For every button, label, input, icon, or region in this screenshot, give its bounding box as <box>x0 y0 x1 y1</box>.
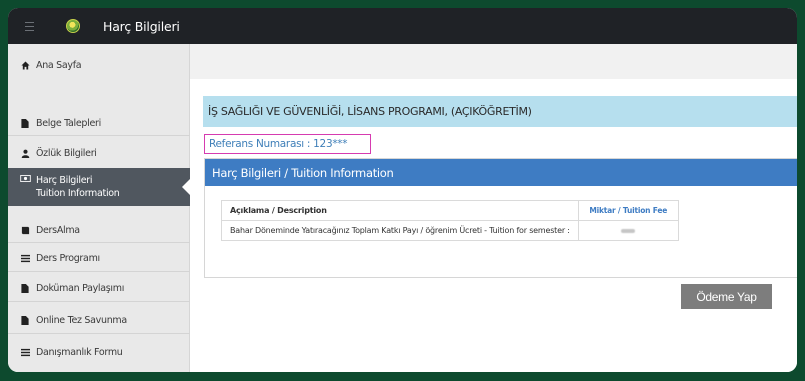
sidebar-item-belge-talepleri[interactable]: Belge Talepleri <box>8 114 190 132</box>
document-icon <box>19 283 31 293</box>
column-header-description: Açıklama / Description <box>221 200 579 221</box>
table-row: Bahar Döneminde Yatıracağınız Toplam Kat… <box>221 220 679 241</box>
sidebar-item-label: Doküman Paylaşımı <box>36 282 125 294</box>
home-icon <box>19 60 31 70</box>
top-navbar: Harç Bilgileri <box>8 8 797 44</box>
sidebar-divider <box>8 301 190 302</box>
app-window: Harç Bilgileri Ana Sayfa Belge Talepleri… <box>8 8 797 372</box>
sidebar-item-label: Harç Bilgileri <box>36 175 93 186</box>
sidebar-divider <box>8 242 190 243</box>
list-icon <box>19 254 31 263</box>
panel-title: Harç Bilgileri / Tuition Information <box>205 159 797 186</box>
sidebar: Ana Sayfa Belge Talepleri Özlük Bilgiler… <box>8 44 191 372</box>
table-header-row: Açıklama / Description Miktar / Tuition … <box>221 200 679 221</box>
pay-button[interactable]: Ödeme Yap <box>681 284 772 309</box>
sidebar-item-ozluk-bilgileri[interactable]: Özlük Bilgileri <box>8 144 190 162</box>
sidebar-item-dersalma[interactable]: DersAlma <box>8 221 190 239</box>
page-title: Harç Bilgileri <box>103 18 180 34</box>
sidebar-item-harc-bilgileri[interactable]: Harç Bilgileri Tuition Information <box>8 168 191 206</box>
sidebar-item-label: Belge Talepleri <box>36 117 101 129</box>
sidebar-item-dokuman-paylasimi[interactable]: Doküman Paylaşımı <box>8 279 190 297</box>
document-icon <box>19 315 31 325</box>
sidebar-item-ana-sayfa[interactable]: Ana Sayfa <box>8 56 190 74</box>
sidebar-item-ders-programi[interactable]: Ders Programı <box>8 249 190 267</box>
sidebar-item-danismanlik-formu[interactable]: Danışmanlık Formu <box>8 343 190 361</box>
tuition-table: Açıklama / Description Miktar / Tuition … <box>221 200 679 241</box>
sidebar-divider <box>8 135 190 136</box>
reference-number: Referans Numarası : 123*** <box>204 134 371 154</box>
column-header-fee: Miktar / Tuition Fee <box>577 200 679 221</box>
menu-toggle-icon[interactable] <box>14 8 44 44</box>
money-icon <box>19 175 31 182</box>
sidebar-item-label: Özlük Bilgileri <box>36 147 97 159</box>
fee-description: Bahar Döneminde Yatıracağınız Toplam Kat… <box>221 220 579 241</box>
fee-amount <box>577 220 679 241</box>
tuition-panel: Harç Bilgileri / Tuition Information Açı… <box>204 158 797 278</box>
user-icon <box>19 149 31 158</box>
sidebar-divider <box>8 333 190 334</box>
sidebar-item-label: Ders Programı <box>36 252 100 264</box>
sidebar-item-label: Ana Sayfa <box>36 59 82 71</box>
book-icon <box>19 226 31 235</box>
redacted-amount <box>621 228 636 233</box>
document-icon <box>19 118 31 128</box>
program-title: İŞ SAĞLIĞI VE GÜVENLİĞİ, LİSANS PROGRAMI… <box>203 96 797 127</box>
sidebar-divider <box>8 271 190 272</box>
list-icon <box>19 348 31 357</box>
sidebar-item-label: DersAlma <box>36 224 80 236</box>
content-header-strip <box>190 44 797 79</box>
main-content: İŞ SAĞLIĞI VE GÜVENLİĞİ, LİSANS PROGRAMI… <box>190 44 797 372</box>
university-logo[interactable] <box>66 19 80 33</box>
sidebar-item-label: Danışmanlık Formu <box>36 346 123 358</box>
sidebar-item-label: Online Tez Savunma <box>36 314 127 326</box>
sidebar-item-online-tez-savunma[interactable]: Online Tez Savunma <box>8 311 190 329</box>
sidebar-item-sublabel: Tuition Information <box>36 188 120 199</box>
